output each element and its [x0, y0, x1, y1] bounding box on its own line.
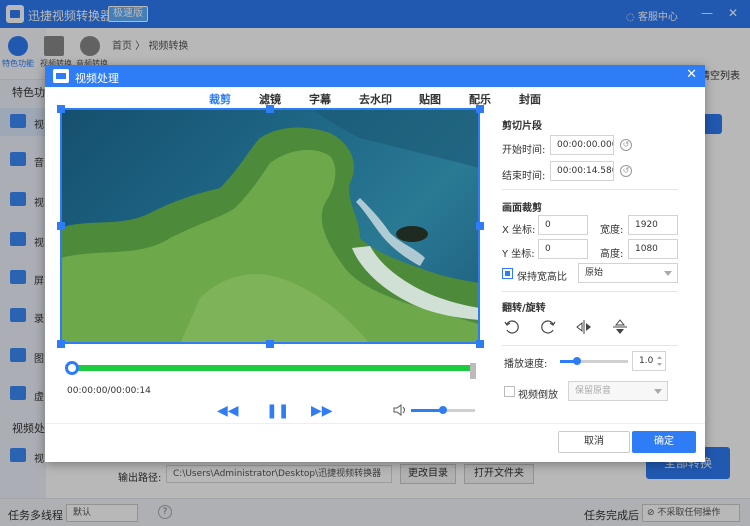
tab-bar: 裁剪 滤镜 字幕 去水印 贴图 配乐 封面 [45, 87, 705, 107]
rotate-right-button[interactable] [538, 318, 558, 336]
speed-label: 播放速度: [504, 359, 548, 370]
crop-handle-left[interactable] [57, 222, 65, 230]
video-icon [53, 69, 69, 83]
speed-knob[interactable] [573, 357, 581, 365]
rotate-right-icon [541, 320, 556, 334]
y-coord-label: Y 坐标: [502, 249, 535, 260]
keep-ratio-label: 保持宽高比 [517, 272, 567, 283]
ratio-select-value: 原始 [585, 268, 604, 278]
clip-section-title: 剪切片段 [502, 121, 542, 132]
reverse-checkbox[interactable] [504, 386, 515, 397]
flip-vertical-icon [613, 319, 627, 334]
tab-sticker[interactable]: 贴图 [419, 91, 441, 107]
crop-handle-bottom[interactable] [266, 340, 274, 348]
crop-section-title: 画面裁剪 [502, 203, 542, 214]
reverse-audio-value: 保留原音 [575, 386, 612, 396]
tab-crop[interactable]: 裁剪 [209, 91, 231, 107]
height-label: 高度: [600, 249, 624, 260]
timeline-playhead[interactable] [65, 361, 79, 375]
reset-start-icon[interactable]: ↺ [620, 139, 632, 151]
end-time-label: 结束时间: [502, 171, 546, 182]
rotate-left-button[interactable] [502, 318, 522, 336]
x-coord-label: X 坐标: [502, 225, 536, 236]
cancel-button[interactable]: 取消 [558, 431, 630, 453]
y-coord-input[interactable]: 0 [538, 239, 588, 259]
video-process-dialog: 视频处理 ✕ 裁剪 滤镜 字幕 去水印 贴图 配乐 封面 00:00:00/00… [45, 65, 705, 462]
tab-cover[interactable]: 封面 [519, 91, 541, 107]
stepper-arrows-icon[interactable] [656, 354, 663, 368]
flip-horizontal-button[interactable] [574, 318, 594, 336]
end-time-input[interactable]: 00:00:14.580 [550, 161, 614, 181]
crop-handle-bottom-right[interactable] [476, 340, 484, 348]
flip-horizontal-icon [576, 320, 591, 334]
rotate-left-icon [504, 320, 519, 334]
timeline-track[interactable] [69, 365, 475, 371]
dialog-close-button[interactable]: ✕ [686, 68, 697, 82]
crop-handle-top-left[interactable] [57, 105, 65, 113]
ratio-select[interactable]: 原始 [578, 263, 678, 283]
crop-handle-bottom-left[interactable] [57, 340, 65, 348]
width-input[interactable]: 1920 [628, 215, 678, 235]
flip-vertical-button[interactable] [610, 318, 630, 336]
timeline-end-handle[interactable] [470, 363, 476, 379]
height-input[interactable]: 1080 [628, 239, 678, 259]
flip-section-title: 翻转/旋转 [502, 303, 546, 314]
dialog-header: 视频处理 ✕ [45, 65, 705, 87]
footer-divider [45, 423, 705, 424]
divider [502, 345, 678, 346]
volume-knob[interactable] [439, 406, 447, 414]
time-readout: 00:00:00/00:00:14 [67, 386, 151, 396]
crop-handle-top[interactable] [266, 105, 274, 113]
reverse-label: 视频倒放 [518, 390, 558, 401]
ok-button[interactable]: 确定 [632, 431, 696, 453]
divider [502, 291, 678, 292]
dialog-title: 视频处理 [75, 72, 119, 85]
rewind-button[interactable]: ◀◀ [217, 403, 239, 419]
x-coord-input[interactable]: 0 [538, 215, 588, 235]
pause-button[interactable]: ❚❚ [266, 403, 289, 419]
crop-handle-top-right[interactable] [476, 105, 484, 113]
speed-value: 1.0 [639, 356, 654, 366]
width-label: 宽度: [600, 225, 624, 236]
reset-end-icon[interactable]: ↺ [620, 165, 632, 177]
crop-handle-right[interactable] [476, 222, 484, 230]
chevron-down-icon [664, 271, 672, 276]
chevron-down-icon [654, 389, 662, 394]
forward-button[interactable]: ▶▶ [311, 403, 333, 419]
start-time-input[interactable]: 00:00:00.000 [550, 135, 614, 155]
speed-stepper[interactable]: 1.0 [632, 351, 666, 371]
tab-watermark[interactable]: 去水印 [359, 91, 392, 107]
divider [502, 189, 678, 190]
reverse-audio-select[interactable]: 保留原音 [568, 381, 668, 401]
volume-icon[interactable] [393, 404, 407, 416]
preview-landscape [60, 108, 480, 344]
tab-subtitle[interactable]: 字幕 [309, 91, 331, 107]
start-time-label: 开始时间: [502, 145, 546, 156]
keep-ratio-checkbox[interactable] [502, 268, 513, 279]
video-preview[interactable] [60, 108, 480, 344]
